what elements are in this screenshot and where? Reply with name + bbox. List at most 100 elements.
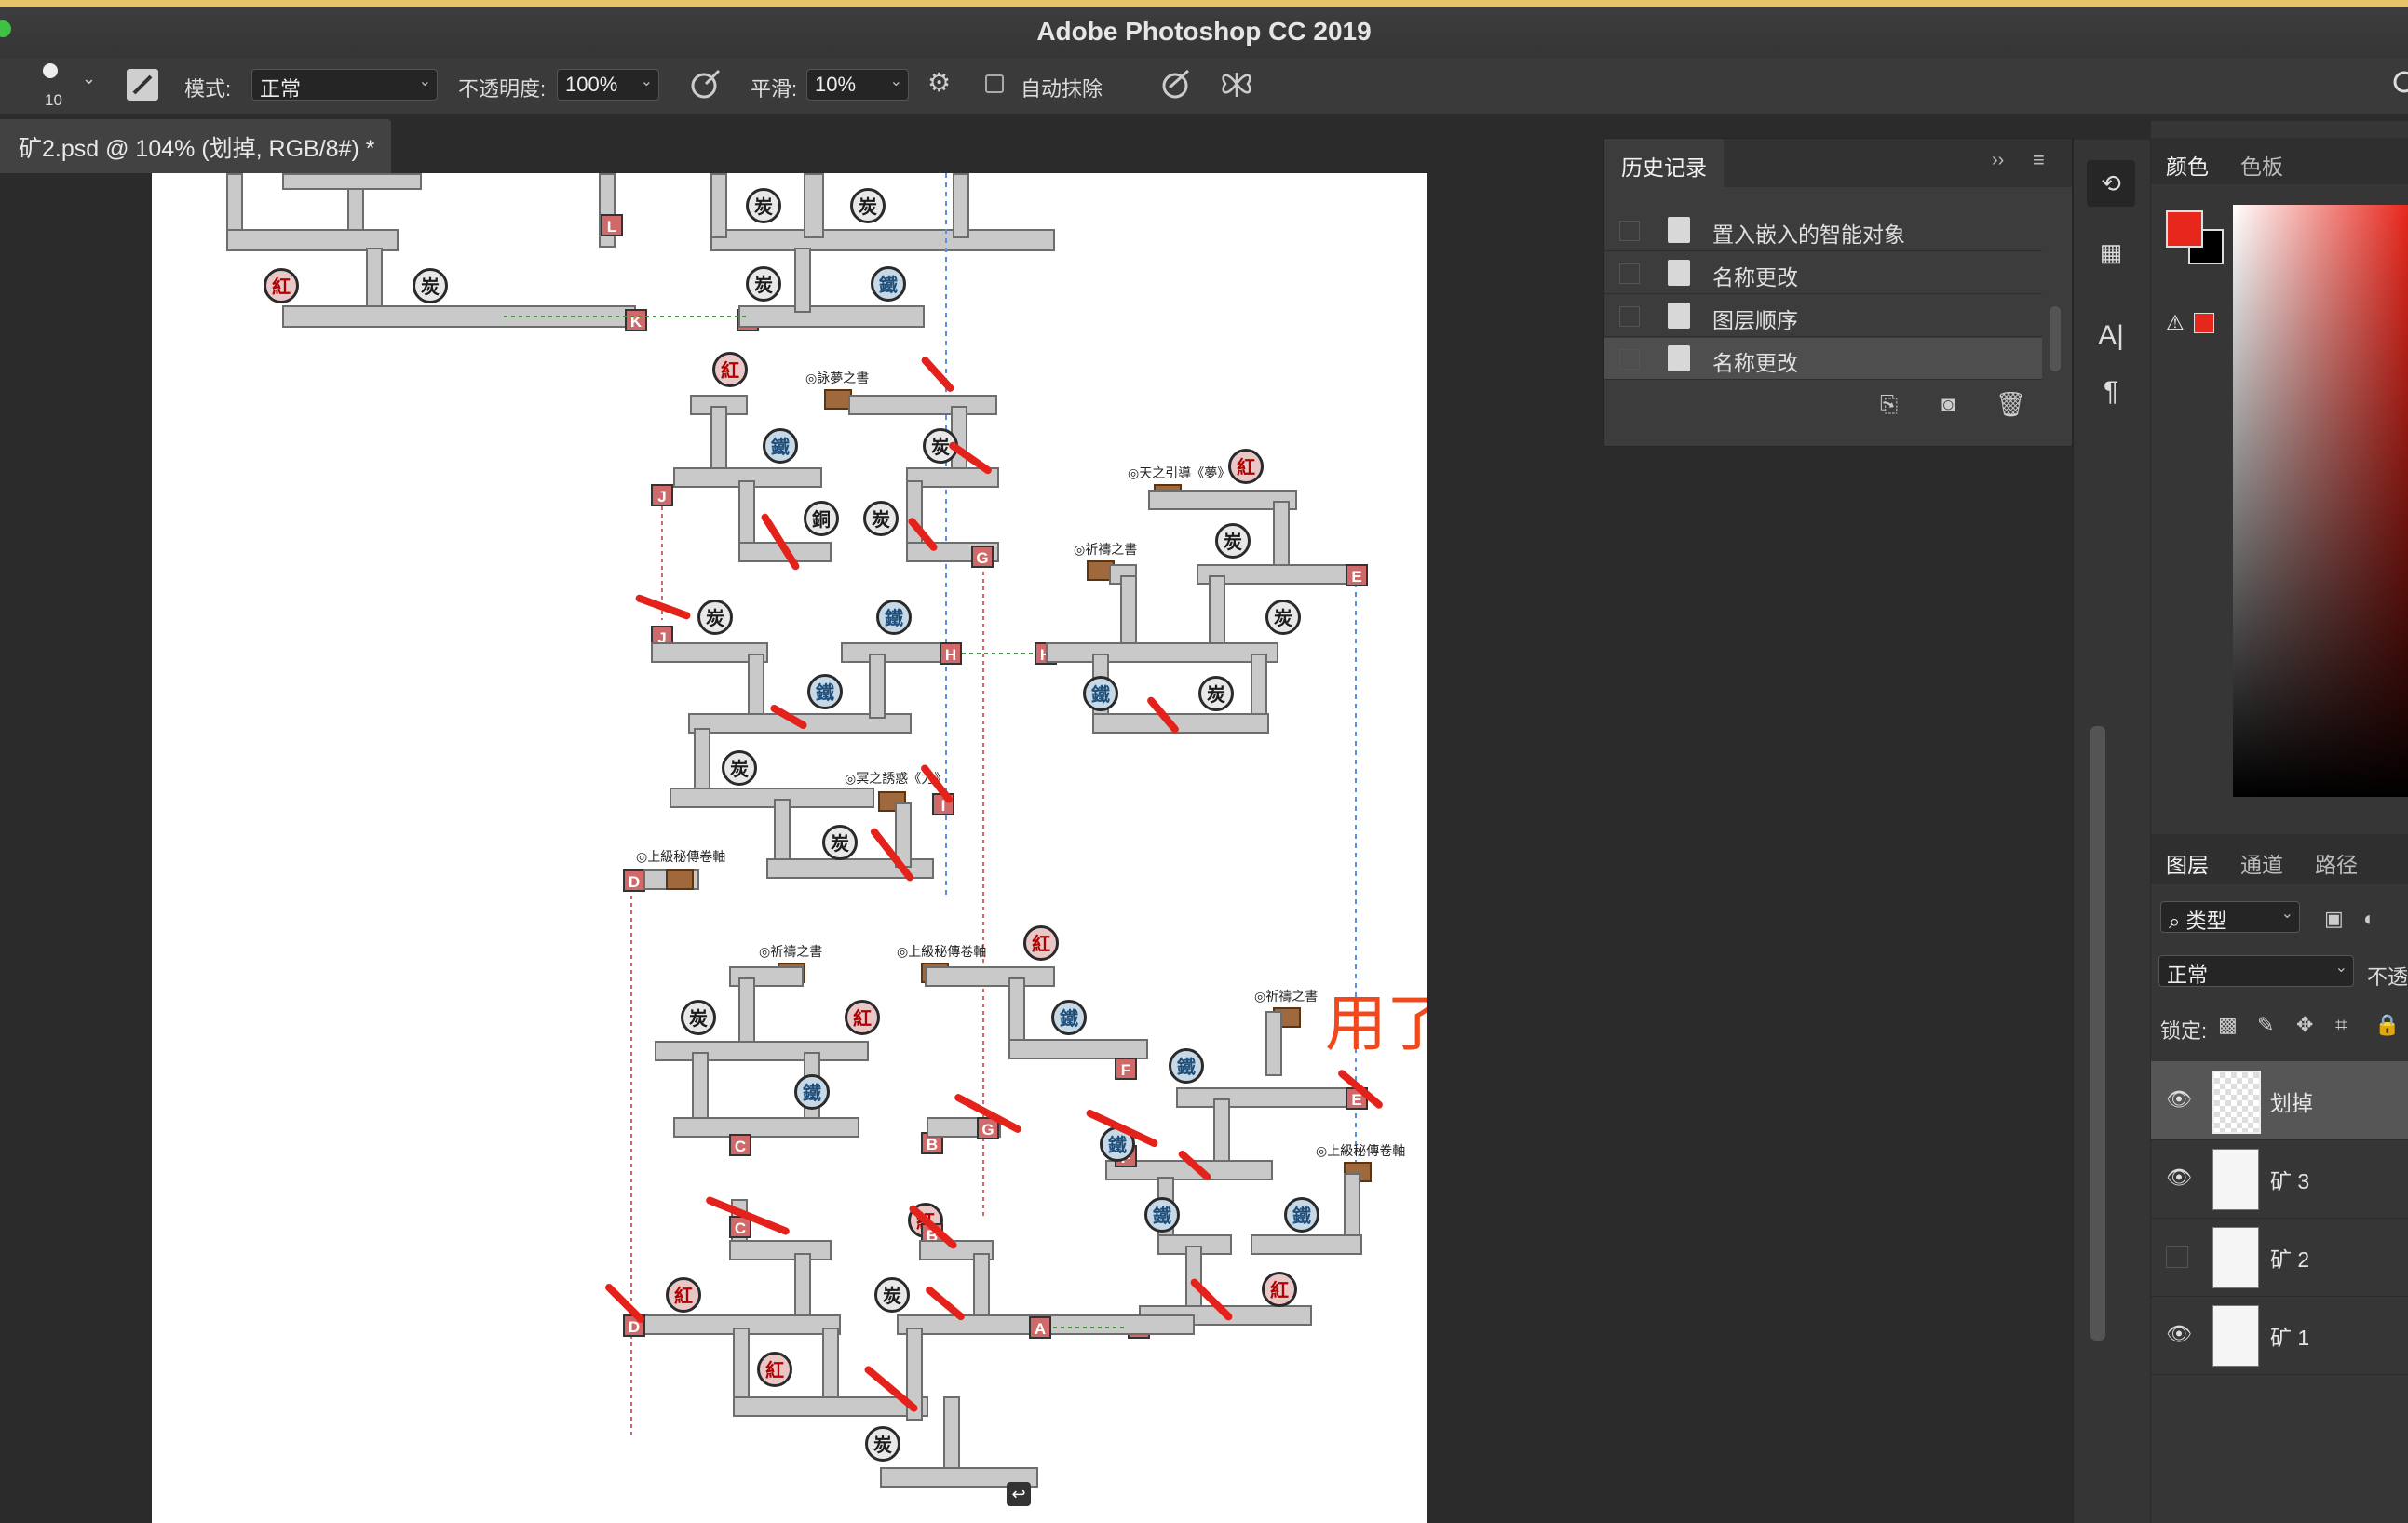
- map-corridor: [1008, 977, 1025, 1043]
- tab-swatches[interactable]: 色板: [2240, 149, 2283, 181]
- smoothing-input[interactable]: 10% ⌄: [806, 69, 909, 101]
- pressure-size-icon[interactable]: [1160, 67, 1194, 107]
- foreground-color-swatch[interactable]: [2166, 210, 2203, 248]
- history-item-selected[interactable]: 名称更改: [1604, 338, 2042, 380]
- map-corridor: [804, 173, 824, 238]
- visibility-toggle-off[interactable]: [2166, 1246, 2188, 1268]
- layer-row[interactable]: 👁 矿 1: [2151, 1296, 2408, 1375]
- map-corridor: [282, 173, 422, 190]
- canvas-scrollbar[interactable]: [2090, 726, 2105, 1341]
- layer-row-selected[interactable]: 👁 划掉: [2151, 1061, 2408, 1140]
- history-scrollbar[interactable]: [2050, 306, 2061, 371]
- gamut-color-chip[interactable]: [2194, 313, 2214, 333]
- map-corridor: [1092, 713, 1269, 734]
- layer-row[interactable]: 矿 2: [2151, 1218, 2408, 1297]
- brush-settings-panel-icon[interactable]: [127, 69, 158, 101]
- auto-erase-checkbox[interactable]: [985, 74, 1004, 93]
- brush-picker-chevron-icon[interactable]: ⌄: [82, 69, 96, 88]
- visibility-eye-icon[interactable]: 👁: [2166, 1322, 2192, 1345]
- tab-channels[interactable]: 通道: [2240, 847, 2283, 879]
- map-corridor: [973, 1253, 990, 1318]
- opacity-label: 不透明度:: [458, 77, 547, 101]
- map-corridor: [710, 406, 727, 471]
- ore-node-coal: 炭: [681, 1000, 716, 1035]
- door-letter-d: D: [623, 869, 645, 892]
- ore-node-red: 紅: [712, 352, 748, 387]
- collapse-panel-icon[interactable]: ››: [1992, 150, 2004, 171]
- symmetry-butterfly-icon[interactable]: [1218, 67, 1255, 107]
- gear-icon[interactable]: ⚙: [927, 67, 951, 98]
- layer-row[interactable]: 👁 矿 3: [2151, 1139, 2408, 1219]
- map-corridor: [1213, 1098, 1230, 1164]
- tab-layers[interactable]: 图层: [2166, 847, 2209, 879]
- map-corridor: [1120, 575, 1137, 650]
- paragraph-panel-icon[interactable]: ¶: [2087, 369, 2135, 415]
- new-document-from-state-icon[interactable]: ⎘: [1880, 392, 1898, 418]
- history-item[interactable]: 置入嵌入的智能对象: [1604, 209, 2042, 251]
- map-corridor: [738, 305, 925, 328]
- lock-position-move-icon[interactable]: ✥: [2296, 1013, 2313, 1037]
- image-filter-icon[interactable]: ▣: [2324, 907, 2344, 931]
- chevron-down-icon: ⌄: [2280, 906, 2293, 922]
- color-picker-field[interactable]: [2233, 205, 2408, 797]
- app-title: Adobe Photoshop CC 2019: [1036, 17, 1372, 46]
- mode-select[interactable]: 正常 ⌄: [251, 69, 438, 101]
- door-letter-f: F: [1115, 1058, 1137, 1080]
- ore-node-coal: 炭: [865, 1426, 900, 1462]
- tab-color[interactable]: 颜色: [2166, 149, 2209, 181]
- camera-snapshot-icon[interactable]: ◙: [1941, 392, 1955, 418]
- ore-node-coal: 炭: [863, 501, 899, 536]
- brush-preview-icon[interactable]: [43, 63, 58, 78]
- chevron-down-icon: ⌄: [640, 74, 653, 89]
- visibility-eye-icon[interactable]: 👁: [2166, 1087, 2192, 1111]
- layer-thumbnail: [2212, 1227, 2259, 1288]
- chevron-down-icon: ⌄: [418, 74, 431, 89]
- map-corridor: [692, 1052, 709, 1126]
- history-item-label: 置入嵌入的智能对象: [1712, 222, 1905, 247]
- door-letter-g: G: [971, 546, 994, 568]
- exit-arrow-icon: ↩: [1007, 1482, 1031, 1506]
- lock-pixels-brush-icon[interactable]: ✎: [2257, 1013, 2274, 1037]
- layer-filter-select[interactable]: ⌕ 类型 ⌄: [2160, 901, 2300, 933]
- history-state-icon: [1668, 303, 1690, 329]
- gamut-warning-icon[interactable]: ⚠: [2166, 311, 2185, 335]
- document-tab[interactable]: 矿2.psd @ 104% (划掉, RGB/8#) *: [0, 119, 391, 173]
- map-label-prayer-book: ◎祈禱之書: [759, 945, 823, 960]
- history-panel-icon[interactable]: ⟲: [2087, 160, 2135, 207]
- history-item[interactable]: 名称更改: [1604, 252, 2042, 294]
- smart-object-thumbnail: [2212, 1305, 2259, 1367]
- ore-node-iron: 鐵: [876, 600, 912, 635]
- history-snapshot-checkbox[interactable]: [1619, 263, 1640, 284]
- document-canvas[interactable]: 紅 炭 K K L 炭 鐵 炭 炭 紅 ◎詠夢之書 J 鐵 銅 炭 炭 G J …: [152, 173, 1427, 1523]
- panel-menu-icon[interactable]: ≡: [2033, 148, 2045, 172]
- map-label-upper-scroll: ◎上級秘傳卷軸: [897, 945, 987, 960]
- green-dotted-link: [962, 653, 1036, 654]
- annotation-text: 用了就划掉 即表示可走: [1325, 988, 1427, 1059]
- history-snapshot-checkbox[interactable]: [1619, 349, 1640, 370]
- history-item[interactable]: 图层顺序: [1604, 295, 2042, 337]
- properties-panel-icon[interactable]: ▦: [2087, 229, 2135, 276]
- ore-node-coal: 炭: [697, 600, 733, 635]
- panel-icon-strip: ⟲ ▦ A| ¶: [2073, 140, 2150, 1523]
- map-corridor: [1273, 501, 1290, 566]
- visibility-eye-icon[interactable]: 👁: [2166, 1166, 2192, 1189]
- lock-transparency-icon[interactable]: ▩: [2218, 1013, 2238, 1037]
- character-panel-icon[interactable]: A|: [2087, 313, 2135, 359]
- map-corridor: [729, 1240, 832, 1260]
- map-corridor: [794, 248, 811, 313]
- adjustment-filter-icon[interactable]: ◐: [2363, 907, 2375, 931]
- lock-artboard-icon[interactable]: ⌗: [2335, 1013, 2347, 1037]
- search-icon[interactable]: [2389, 69, 2408, 103]
- map-corridor: [738, 977, 755, 1043]
- blend-mode-select[interactable]: 正常 ⌄: [2158, 955, 2354, 987]
- history-snapshot-checkbox[interactable]: [1619, 306, 1640, 327]
- trash-icon[interactable]: 🗑: [1995, 390, 2026, 419]
- ore-node-coal: 炭: [874, 1277, 910, 1313]
- history-item-label: 名称更改: [1712, 351, 1798, 375]
- history-snapshot-checkbox[interactable]: [1619, 221, 1640, 241]
- ore-node-coal: 炭: [746, 266, 781, 302]
- lock-all-icon[interactable]: 🔒: [2374, 1013, 2400, 1037]
- tab-paths[interactable]: 路径: [2315, 847, 2358, 879]
- opacity-input[interactable]: 100% ⌄: [557, 69, 659, 101]
- pressure-opacity-icon[interactable]: [689, 67, 723, 107]
